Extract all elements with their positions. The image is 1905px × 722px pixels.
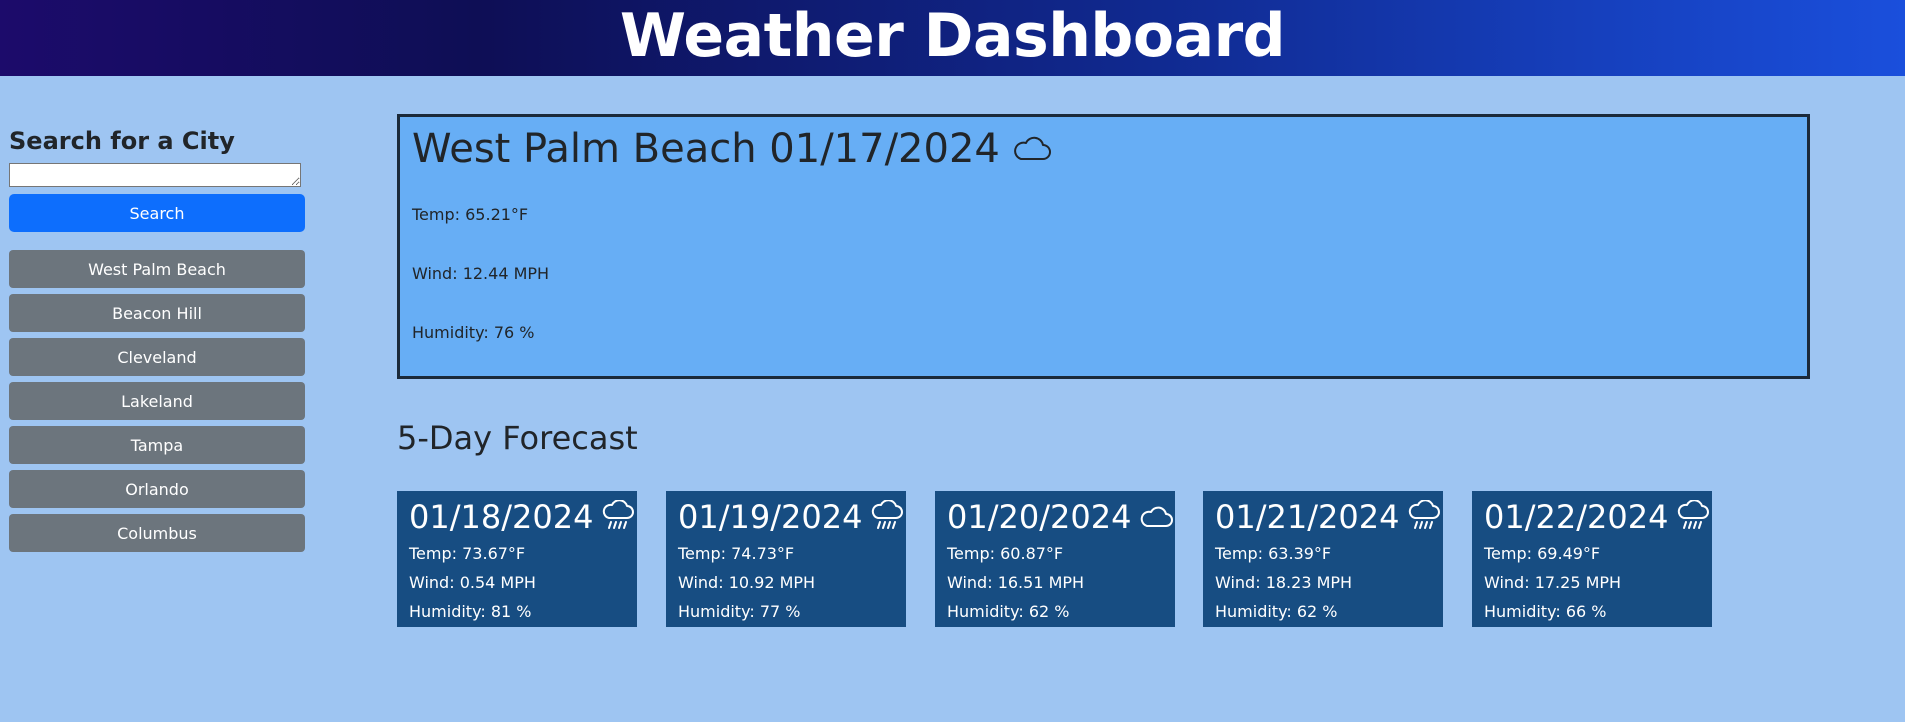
forecast-wind: Wind: 16.51 MPH [947,573,1085,592]
current-temp: Temp: 65.21°F [412,205,529,224]
history-city-button[interactable]: Beacon Hill [9,294,305,332]
forecast-card: 01/22/2024 Temp: 69.49°F Wind: 17.25 MPH… [1472,491,1712,627]
current-wind: Wind: 12.44 MPH [412,264,550,283]
forecast-humidity: Humidity: 62 % [1215,602,1338,621]
forecast-card: 01/21/2024 Temp: 63.39°F Wind: 18.23 MPH… [1203,491,1443,627]
rain-icon [870,500,904,534]
history-city-button[interactable]: Orlando [9,470,305,508]
forecast-date-row: 01/20/2024 [947,495,1174,539]
forecast-date: 01/22/2024 [1484,498,1669,536]
rain-icon [1407,500,1441,534]
forecast-date-row: 01/18/2024 [409,495,635,539]
history-city-button[interactable]: Tampa [9,426,305,464]
forecast-temp: Temp: 69.49°F [1484,544,1601,563]
search-button[interactable]: Search [9,194,305,232]
forecast-humidity: Humidity: 81 % [409,602,532,621]
forecast-humidity: Humidity: 77 % [678,602,801,621]
rain-icon [1676,500,1710,534]
current-weather-title: West Palm Beach 01/17/2024 [412,117,1795,175]
forecast-heading: 5-Day Forecast [397,419,638,457]
forecast-temp: Temp: 60.87°F [947,544,1064,563]
search-heading: Search for a City [9,127,235,155]
city-search-input[interactable] [9,163,301,187]
history-city-button[interactable]: Columbus [9,514,305,552]
current-city-date: West Palm Beach 01/17/2024 [412,126,1000,172]
forecast-date-row: 01/19/2024 [678,495,904,539]
forecast-temp: Temp: 63.39°F [1215,544,1332,563]
history-city-button[interactable]: West Palm Beach [9,250,305,288]
forecast-wind: Wind: 10.92 MPH [678,573,816,592]
forecast-date-row: 01/22/2024 [1484,495,1710,539]
forecast-temp: Temp: 73.67°F [409,544,526,563]
cloud-icon [1139,502,1175,532]
forecast-wind: Wind: 0.54 MPH [409,573,536,592]
page-title: Weather Dashboard [619,1,1286,71]
search-sidebar: Search for a City Search West Palm Beach… [9,126,305,558]
history-city-button[interactable]: Lakeland [9,382,305,420]
forecast-date-row: 01/21/2024 [1215,495,1441,539]
current-weather-card: West Palm Beach 01/17/2024 Temp: 65.21°F… [397,114,1810,379]
cloud-icon [1010,133,1054,165]
forecast-card: 01/18/2024 Temp: 73.67°F Wind: 0.54 MPH … [397,491,637,627]
rain-icon [601,500,635,534]
forecast-wind: Wind: 17.25 MPH [1484,573,1622,592]
forecast-date: 01/18/2024 [409,498,594,536]
app-header: Weather Dashboard [0,0,1905,76]
forecast-wind: Wind: 18.23 MPH [1215,573,1353,592]
forecast-card: 01/19/2024 Temp: 74.73°F Wind: 10.92 MPH… [666,491,906,627]
forecast-temp: Temp: 74.73°F [678,544,795,563]
forecast-date: 01/20/2024 [947,498,1132,536]
forecast-humidity: Humidity: 62 % [947,602,1070,621]
history-city-button[interactable]: Cleveland [9,338,305,376]
forecast-date: 01/21/2024 [1215,498,1400,536]
search-history-list: West Palm Beach Beacon Hill Cleveland La… [9,250,305,552]
current-humidity: Humidity: 76 % [412,323,535,342]
forecast-date: 01/19/2024 [678,498,863,536]
forecast-humidity: Humidity: 66 % [1484,602,1607,621]
forecast-card: 01/20/2024 Temp: 60.87°F Wind: 16.51 MPH… [935,491,1175,627]
